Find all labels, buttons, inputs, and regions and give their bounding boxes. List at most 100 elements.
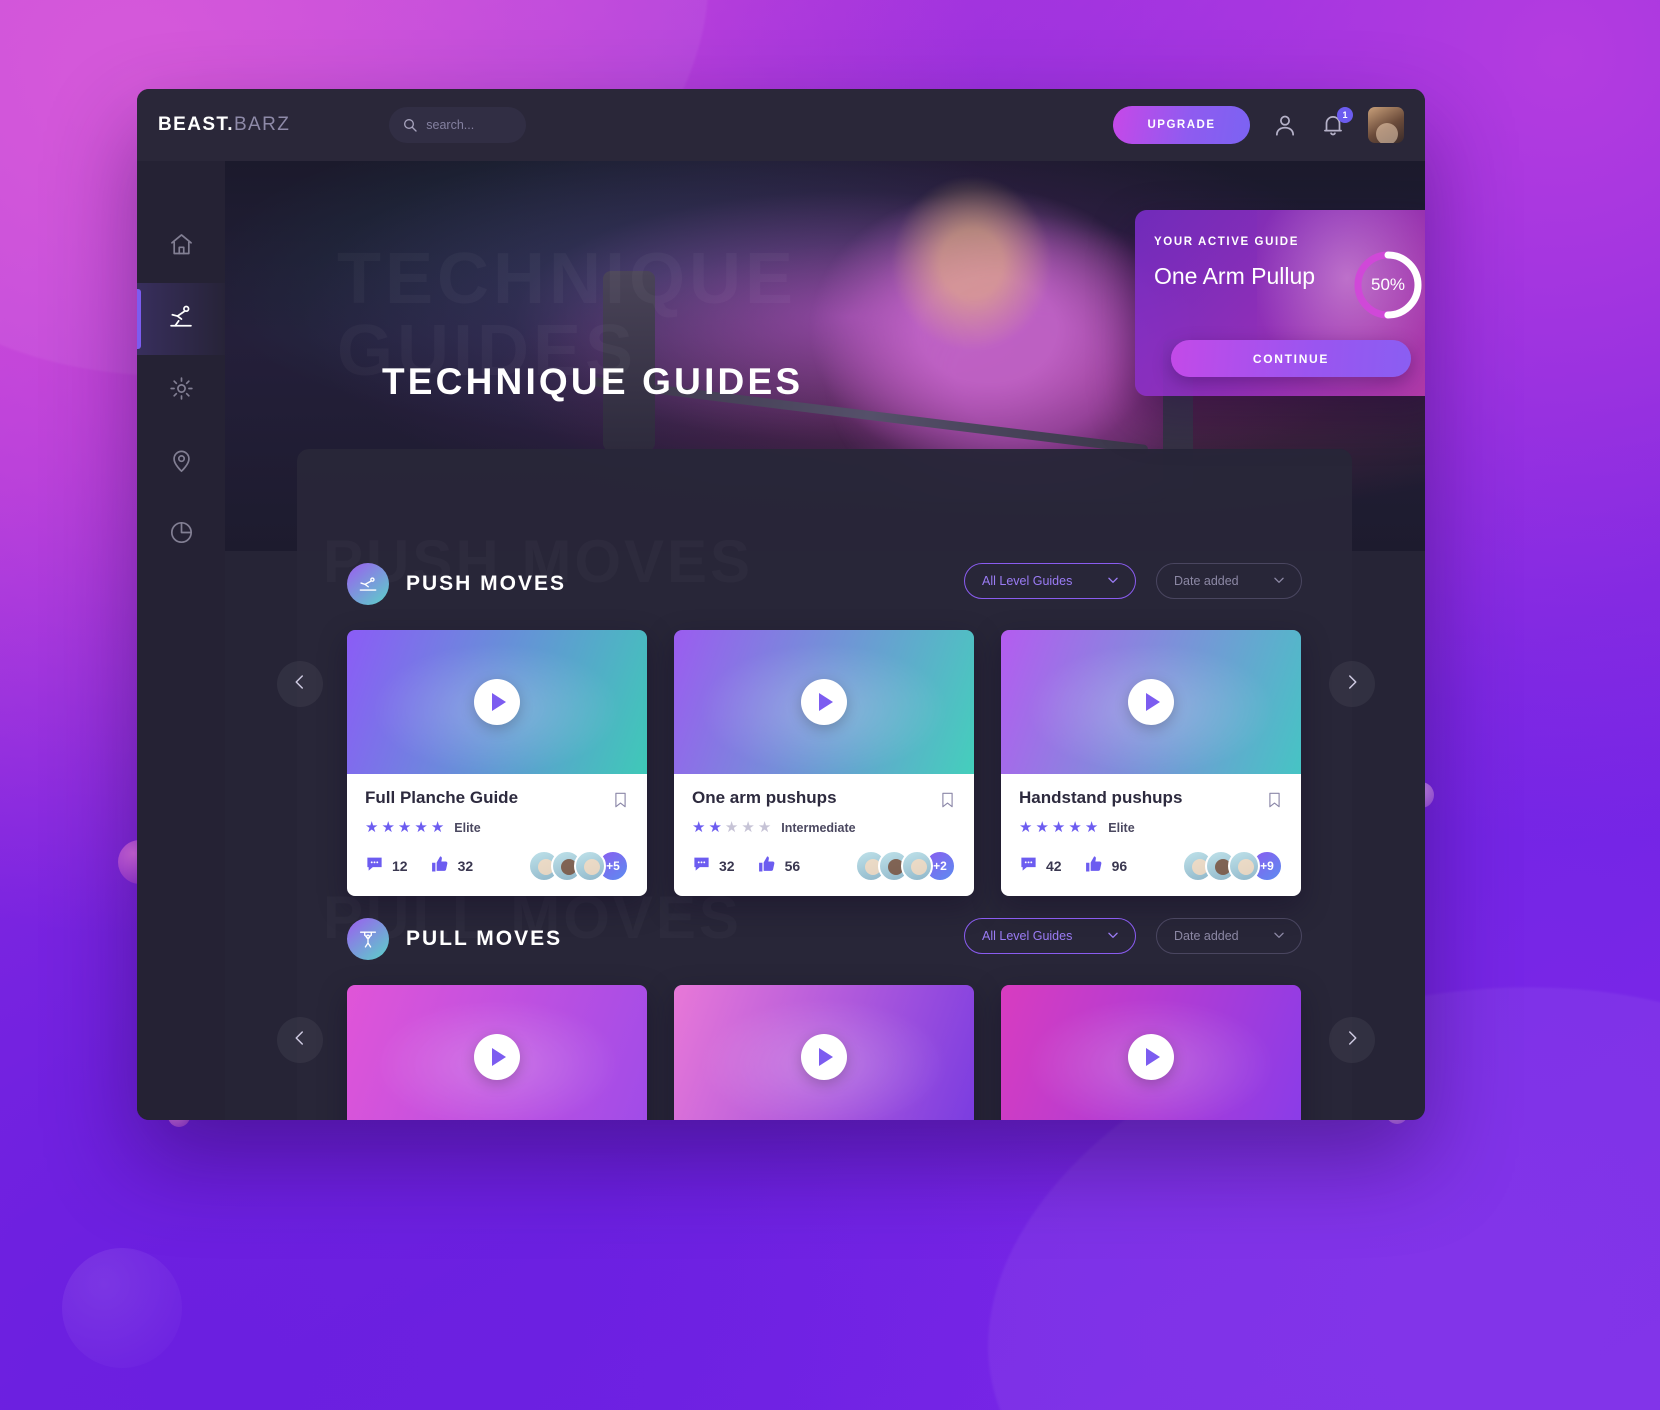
guide-card[interactable]: One arm pushups ★ ★ ★ ★ ★ Intermediate 32 56 +2 bbox=[674, 630, 974, 896]
card-rating: ★ ★ ★ ★ ★ Intermediate bbox=[692, 820, 956, 835]
chevron-right-icon bbox=[1343, 1029, 1361, 1052]
section-title: PUSH MOVES bbox=[406, 572, 567, 595]
sidebar-item-guides[interactable] bbox=[137, 283, 225, 355]
card-thumbnail[interactable] bbox=[1001, 985, 1301, 1120]
card-thumbnail[interactable] bbox=[674, 985, 974, 1120]
upgrade-button[interactable]: UPGRADE bbox=[1113, 106, 1250, 144]
like-stat[interactable]: 96 bbox=[1084, 854, 1128, 879]
thumbs-up-icon bbox=[1084, 854, 1104, 879]
like-count: 56 bbox=[784, 858, 801, 874]
star-2: ★ bbox=[381, 819, 395, 836]
card-footer: 32 56 +2 bbox=[692, 850, 956, 882]
card-rating: ★ ★ ★ ★ ★ Elite bbox=[365, 820, 629, 835]
carousel-next-pull[interactable] bbox=[1329, 1017, 1375, 1063]
sort-filter-value: Date added bbox=[1174, 574, 1239, 588]
guide-card[interactable]: Handstand pushups ★ ★ ★ ★ ★ Elite 42 96 +9 bbox=[1001, 630, 1301, 896]
card-footer: 12 32 +5 bbox=[365, 850, 629, 882]
chevron-right-icon bbox=[1343, 673, 1361, 696]
bookmark-icon[interactable] bbox=[612, 789, 629, 811]
comment-stat[interactable]: 12 bbox=[365, 854, 408, 878]
comment-count: 42 bbox=[1046, 858, 1062, 874]
profile-icon[interactable] bbox=[1272, 112, 1298, 138]
play-button[interactable] bbox=[801, 1034, 847, 1080]
sidebar-item-locations[interactable] bbox=[137, 427, 225, 499]
card-body: Full Planche Guide ★ ★ ★ ★ ★ Elite 12 32 +5 bbox=[347, 774, 647, 896]
card-header: Full Planche Guide bbox=[365, 788, 629, 811]
carousel-prev-push[interactable] bbox=[277, 661, 323, 707]
card-rating: ★ ★ ★ ★ ★ Elite bbox=[1019, 820, 1283, 835]
avatar bbox=[901, 850, 933, 882]
active-guide-label: YOUR ACTIVE GUIDE bbox=[1154, 236, 1299, 248]
card-body: One arm pushups ★ ★ ★ ★ ★ Intermediate 32 56 +2 bbox=[674, 774, 974, 896]
star-rating: ★ ★ ★ ★ ★ bbox=[1019, 820, 1098, 835]
progress-ring: 50% bbox=[1351, 248, 1425, 322]
hero-ghost-line-1: TECHNIQUE bbox=[337, 243, 797, 315]
active-guide-title: One Arm Pullup bbox=[1154, 263, 1316, 289]
card-row-push: Full Planche Guide ★ ★ ★ ★ ★ Elite 12 32 +5 One ar… bbox=[297, 630, 1352, 896]
guide-card[interactable]: One arm pull up★★★★★Elite1243+3 bbox=[1001, 985, 1301, 1120]
notifications-bell-icon[interactable]: 1 bbox=[1320, 107, 1353, 138]
sort-filter-dropdown-pull[interactable]: Date added bbox=[1156, 918, 1302, 954]
guide-card[interactable]: Full Planche Guide ★ ★ ★ ★ ★ Elite 12 32 +5 bbox=[347, 630, 647, 896]
like-stat[interactable]: 32 bbox=[430, 854, 474, 879]
search-box[interactable] bbox=[389, 107, 527, 143]
active-guide-card[interactable]: YOUR ACTIVE GUIDE One Arm Pullup 50% CON… bbox=[1135, 210, 1425, 396]
thumbs-up-icon bbox=[757, 854, 777, 879]
search-input[interactable] bbox=[426, 118, 519, 132]
comment-count: 12 bbox=[392, 858, 408, 874]
comment-count: 32 bbox=[719, 858, 735, 874]
sidebar-item-home[interactable] bbox=[137, 211, 225, 283]
play-button[interactable] bbox=[474, 679, 520, 725]
progress-percent-label: 50% bbox=[1370, 275, 1406, 294]
app-window: BEAST.BARZ UPGRADE bbox=[137, 89, 1425, 1120]
comment-icon bbox=[692, 854, 711, 878]
difficulty-level: Intermediate bbox=[781, 820, 856, 835]
play-button[interactable] bbox=[801, 679, 847, 725]
logo-bold: BEAST. bbox=[158, 114, 234, 135]
sort-filter-dropdown-push[interactable]: Date added bbox=[1156, 563, 1302, 599]
sidebar-item-stats[interactable] bbox=[137, 499, 225, 571]
carousel-prev-pull[interactable] bbox=[277, 1017, 323, 1063]
pie-chart-icon bbox=[168, 519, 195, 551]
card-header: Handstand pushups bbox=[1019, 788, 1283, 811]
sidebar-item-settings[interactable] bbox=[137, 355, 225, 427]
technique-icon bbox=[167, 303, 195, 336]
bookmark-icon[interactable] bbox=[1266, 789, 1283, 811]
like-count: 32 bbox=[457, 858, 474, 874]
chevron-left-icon bbox=[291, 1029, 309, 1052]
difficulty-level: Elite bbox=[1108, 820, 1135, 835]
play-button[interactable] bbox=[1128, 679, 1174, 725]
app-logo[interactable]: BEAST.BARZ bbox=[158, 114, 290, 136]
notification-badge: 1 bbox=[1337, 107, 1353, 123]
card-thumbnail[interactable] bbox=[674, 630, 974, 774]
section-header-push: PUSH MOVES bbox=[347, 563, 566, 605]
chevron-down-icon bbox=[1106, 573, 1120, 590]
comment-stat[interactable]: 42 bbox=[1019, 854, 1062, 878]
like-count: 96 bbox=[1111, 858, 1128, 874]
continue-button[interactable]: CONTINUE bbox=[1171, 340, 1411, 377]
chevron-left-icon bbox=[291, 673, 309, 696]
top-bar: BEAST.BARZ UPGRADE bbox=[137, 89, 1425, 161]
card-thumbnail[interactable] bbox=[1001, 630, 1301, 774]
play-button[interactable] bbox=[474, 1034, 520, 1080]
user-avatar[interactable] bbox=[1368, 107, 1404, 143]
bookmark-icon[interactable] bbox=[939, 789, 956, 811]
card-thumbnail[interactable] bbox=[347, 630, 647, 774]
level-filter-dropdown-push[interactable]: All Level Guides bbox=[964, 563, 1136, 599]
page-title: TECHNIQUE GUIDES bbox=[382, 361, 804, 402]
guide-card[interactable]: Typewriter pull ups★★★★★Advanced6586+7 bbox=[674, 985, 974, 1120]
carousel-next-push[interactable] bbox=[1329, 661, 1375, 707]
comment-stat[interactable]: 32 bbox=[692, 854, 735, 878]
star-5: ★ bbox=[430, 819, 445, 836]
star-3: ★ bbox=[1051, 819, 1066, 836]
star-3: ★ bbox=[724, 819, 739, 836]
level-filter-dropdown-pull[interactable]: All Level Guides bbox=[964, 918, 1136, 954]
like-stat[interactable]: 56 bbox=[757, 854, 801, 879]
card-thumbnail[interactable] bbox=[347, 985, 647, 1120]
play-button[interactable] bbox=[1128, 1034, 1174, 1080]
guide-card[interactable]: Full front lever★★★★★Elite4374+5 bbox=[347, 985, 647, 1120]
section-title: PULL MOVES bbox=[406, 927, 563, 950]
star-3: ★ bbox=[397, 819, 412, 836]
chevron-down-icon bbox=[1272, 928, 1286, 945]
star-rating: ★ ★ ★ ★ ★ bbox=[365, 820, 444, 835]
